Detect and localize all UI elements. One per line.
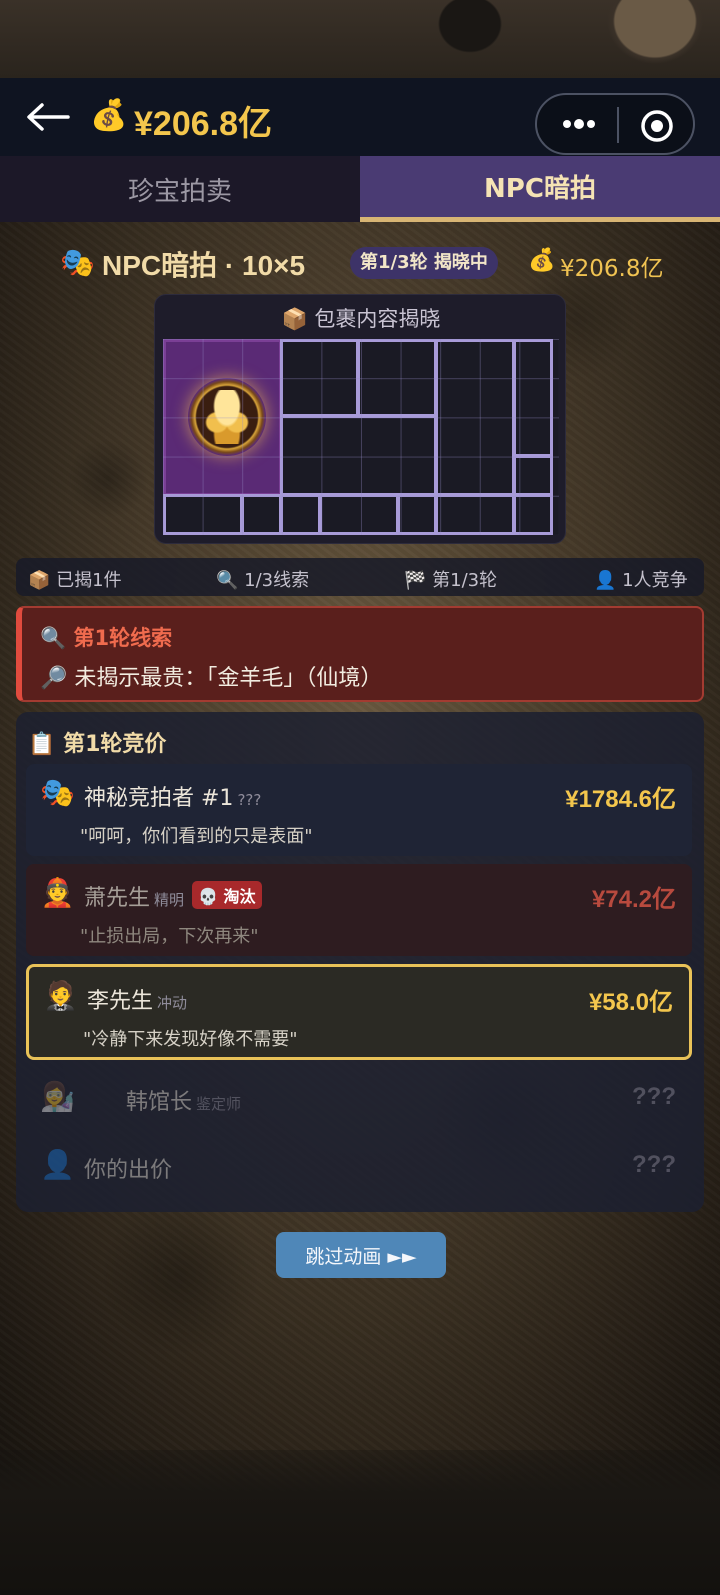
inkwell-decoration: [430, 0, 510, 60]
reveal-title: 📦 包裹内容揭晓: [155, 303, 567, 333]
bidder-role: 精明: [154, 891, 185, 909]
bidder-quote: "呵呵，你们看到的只是表面": [80, 826, 313, 847]
reveal-title-text: 包裹内容揭晓: [314, 307, 441, 331]
tab-treasure-auction[interactable]: 珍宝拍卖: [0, 156, 360, 222]
man-tuxedo-avatar-icon: 🤵: [43, 979, 78, 1012]
stat-clues: 🔍 1/3线索: [216, 570, 310, 591]
miniprogram-capsule: [535, 93, 695, 155]
auction-title: NPC暗拍 · 10×5: [102, 250, 306, 281]
compass-decoration: [600, 0, 710, 70]
stat-competitors: 👤 1人竞争: [594, 570, 688, 591]
bid-amount: ???: [632, 1151, 676, 1178]
back-arrow-icon[interactable]: [24, 100, 70, 134]
stat-revealed: 📦 已揭1件: [28, 570, 122, 591]
balance-display: ¥206.8亿: [134, 105, 272, 143]
magnifier-icon: 🔍: [40, 626, 67, 650]
bid-list-panel: 📋 第1轮竞价 🎭 神秘竞拍者 #1??? ¥1784.6亿 "呵呵，你们看到的…: [16, 712, 704, 1212]
desk-backdrop-top: [0, 0, 720, 78]
package-reveal-panel: 📦 包裹内容揭晓: [154, 294, 566, 544]
person-icon: 👤: [594, 570, 617, 591]
my-bid-row[interactable]: 👤 你的出价 ???: [26, 1136, 692, 1196]
bid-row[interactable]: 🎭 神秘竞拍者 #1??? ¥1784.6亿 "呵呵，你们看到的只是表面": [26, 764, 692, 856]
man-cap-avatar-icon: 👲: [40, 876, 75, 909]
bidder-role: 冲动: [157, 994, 188, 1012]
checkered-flag-icon: 🏁: [404, 570, 427, 591]
clue-title: 🔍 第1轮线索: [40, 626, 173, 650]
magnifier-right-icon: 🔎: [40, 666, 68, 691]
bid-row-eliminated[interactable]: 👲 萧先生 精明 💀 淘汰 ¥74.2亿 "止损出局，下次再来": [26, 864, 692, 956]
desk-backdrop-bottom: [0, 1450, 720, 1595]
package-icon: 📦: [281, 307, 308, 331]
more-menu-icon[interactable]: [559, 109, 599, 139]
bidder-role: ???: [237, 791, 262, 809]
bid-amount: ¥1784.6亿: [565, 786, 676, 813]
magnifier-icon: 🔍: [216, 570, 239, 591]
eliminated-badge: 💀 淘汰: [192, 881, 262, 909]
title-balance: ¥206.8亿: [560, 256, 664, 282]
bidder-name: 萧先生 精明 💀 淘汰: [84, 880, 262, 912]
package-grid: [163, 339, 559, 535]
clipboard-icon: 📋: [28, 732, 56, 757]
my-bid-label: 你的出价: [84, 1158, 173, 1183]
close-miniprogram-icon[interactable]: [639, 108, 675, 144]
bid-amount: ¥74.2亿: [591, 886, 676, 913]
stat-round: 🏁 第1/3轮: [404, 570, 498, 591]
bidder-quote: "止损出局，下次再来": [80, 926, 259, 947]
person-silhouette-icon: 👤: [40, 1148, 75, 1181]
skull-icon: 💀: [198, 887, 218, 906]
mode-tabs: 珍宝拍卖 NPC暗拍: [0, 156, 720, 222]
bid-row-highlighted[interactable]: 🤵 李先生 冲动 ¥58.0亿 "冷静下来发现好像不需要": [26, 964, 692, 1060]
round-clue-box: 🔍 第1轮线索 🔎 未揭示最贵：「金羊毛」（仙境）: [16, 606, 704, 702]
bid-list-header: 📋 第1轮竞价: [28, 732, 167, 757]
woman-scientist-avatar-icon: 👩‍🔬: [40, 1080, 75, 1113]
grid-lines: [163, 339, 559, 535]
money-bag-icon: 💰: [528, 248, 556, 273]
theater-masks-icon: 🎭: [60, 246, 95, 279]
tab-npc-blind-auction[interactable]: NPC暗拍: [360, 156, 720, 222]
theater-masks-avatar-icon: 🎭: [40, 776, 75, 809]
auction-stats-row: 📦 已揭1件 🔍 1/3线索 🏁 第1/3轮 👤 1人竞争: [16, 558, 704, 596]
bidder-name: 李先生 冲动: [87, 989, 188, 1014]
clue-text: 🔎 未揭示最贵：「金羊毛」（仙境）: [40, 666, 383, 691]
money-bag-icon: 💰: [90, 98, 128, 133]
auction-title-row: 🎭 NPC暗拍 · 10×5 第1/3轮 揭晓中 💰 ¥206.8亿: [60, 244, 680, 284]
bidder-quote: "冷静下来发现好像不需要": [83, 1029, 298, 1050]
round-status-badge: 第1/3轮 揭晓中: [350, 247, 498, 279]
skip-animation-button[interactable]: 跳过动画 ►►: [276, 1232, 446, 1278]
capsule-divider: [617, 107, 619, 143]
top-bar: 💰 ¥206.8亿: [0, 78, 720, 156]
bid-amount: ???: [632, 1083, 676, 1110]
bidder-name: 韩馆长 鉴定师: [126, 1090, 242, 1115]
bid-amount: ¥58.0亿: [588, 989, 673, 1016]
package-icon: 📦: [28, 570, 51, 591]
bidder-name: 神秘竞拍者 #1???: [84, 786, 262, 811]
bid-row-pending[interactable]: 👩‍🔬 韩馆长 鉴定师 ???: [26, 1068, 692, 1128]
bidder-role: 鉴定师: [196, 1095, 242, 1113]
